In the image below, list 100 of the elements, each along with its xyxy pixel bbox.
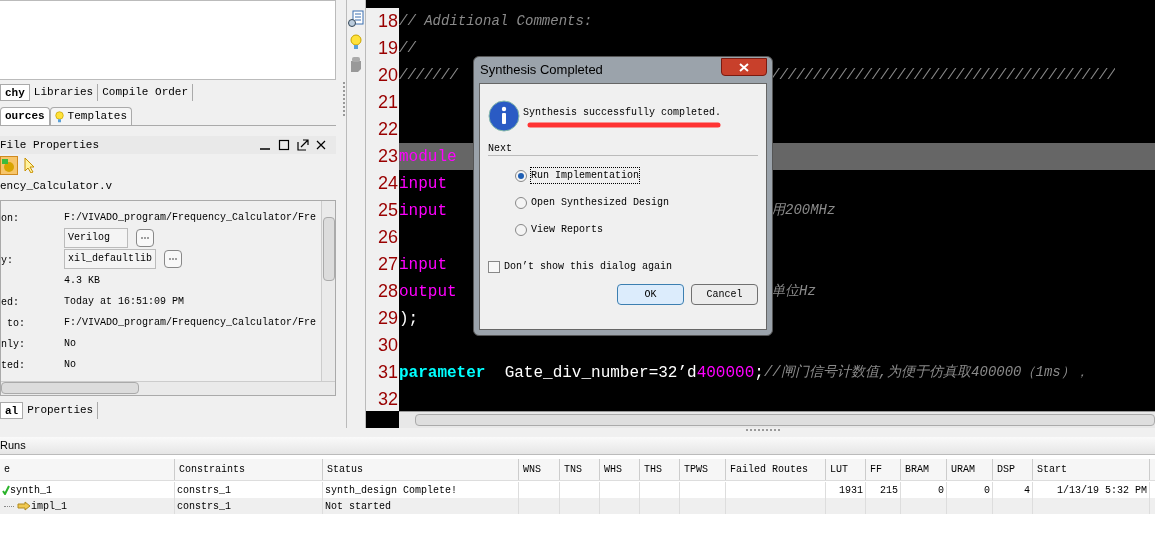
horizontal-scrollbar[interactable] — [1, 381, 335, 395]
close-icon — [739, 62, 749, 72]
property-label: y: — [1, 255, 13, 266]
lightbulb-icon — [54, 110, 64, 123]
property-label: to: — [6, 318, 25, 329]
table-cell-text: 215 — [880, 483, 898, 498]
hand-icon[interactable] — [349, 56, 363, 72]
browse-button[interactable] — [164, 250, 182, 268]
radio-label: Open Synthesized Design — [531, 196, 670, 210]
column-header[interactable]: THS — [644, 462, 662, 477]
line-number: 30 — [366, 332, 399, 359]
table-cell-text: 4 — [1024, 483, 1030, 498]
code-token: ); — [399, 308, 419, 330]
property-value: No — [64, 336, 76, 351]
checkbox-label: Don’t show this dialog again — [504, 260, 673, 274]
table-cell-text: 1/13/19 5:32 PM — [1057, 483, 1147, 498]
column-header[interactable]: Failed Routes — [730, 462, 808, 477]
property-label: on: — [1, 213, 19, 224]
browse-button[interactable] — [136, 229, 154, 247]
code-comment: 单位Hz — [771, 282, 816, 301]
checkbox[interactable] — [488, 260, 500, 273]
table-cell-text: synth_design Complete! — [325, 483, 458, 498]
code-token: parameter — [399, 362, 486, 384]
table-cell-text: 1931 — [839, 483, 863, 498]
dialog-button[interactable]: Cancel — [691, 284, 758, 305]
column-header[interactable]: WNS — [523, 462, 541, 477]
property-label: ed: — [1, 297, 19, 308]
table-cell-text: synth_1 — [10, 483, 52, 498]
property-field[interactable]: xil_defaultlib — [64, 249, 156, 269]
table-cell-text: 0 — [984, 483, 990, 498]
code-token: ; — [754, 362, 764, 384]
line-number: 27 — [366, 251, 399, 278]
code-comment: ///////////////////////////////////////// — [771, 66, 1116, 85]
radio-button[interactable] — [515, 169, 527, 182]
panel-title: File Properties — [0, 137, 100, 153]
radio-label: Run Implementation — [531, 168, 640, 183]
radio-button[interactable] — [515, 223, 527, 236]
code-token: 400000 — [696, 362, 755, 384]
line-number: 26 — [366, 224, 399, 251]
dialog-button[interactable]: OK — [617, 284, 684, 305]
property-label: ted: — [1, 360, 25, 371]
line-number: 28 — [366, 278, 399, 305]
code-token: Gate_div_number=32’d — [503, 362, 697, 384]
code-comment: // — [399, 39, 416, 58]
line-number: 23 — [366, 143, 399, 170]
column-header[interactable]: e — [4, 462, 10, 477]
code-comment: //闸门信号计数值,为便于仿真取400000（1ms）， — [763, 363, 1089, 382]
line-number: 29 — [366, 305, 399, 332]
column-header[interactable]: Constraints — [179, 462, 245, 477]
document-icon[interactable] — [348, 10, 364, 28]
group-label: Next — [488, 142, 512, 156]
cursor-icon[interactable] — [24, 157, 34, 173]
radio-label: View Reports — [531, 223, 603, 237]
column-header[interactable]: LUT — [830, 462, 848, 477]
tab[interactable]: Templates — [49, 107, 133, 125]
column-header[interactable]: WHS — [604, 462, 622, 477]
radio-button[interactable] — [515, 196, 527, 209]
splitter-grip[interactable] — [745, 428, 780, 431]
property-value: 4.3 KB — [64, 273, 100, 288]
line-number: 18 — [366, 8, 399, 35]
column-header[interactable]: BRAM — [905, 462, 929, 477]
line-number: 31 — [366, 359, 399, 386]
close-button[interactable] — [721, 58, 767, 76]
line-number: 25 — [366, 197, 399, 224]
horizontal-scrollbar[interactable] — [399, 411, 1155, 428]
popout-icon[interactable] — [297, 139, 309, 151]
table-cell-text: 0 — [938, 483, 944, 498]
tab[interactable]: al — [0, 401, 24, 419]
tab[interactable]: ources — [0, 107, 50, 125]
line-number: 22 — [366, 116, 399, 143]
vertical-scrollbar[interactable] — [321, 201, 335, 381]
column-header[interactable]: TPWS — [684, 462, 708, 477]
property-label: nly: — [1, 339, 25, 350]
column-header[interactable]: Start — [1037, 462, 1067, 477]
table-cell-text: impl_1 — [31, 499, 67, 514]
code-comment: 用200MHz — [771, 201, 836, 220]
code-token: input — [399, 200, 447, 222]
panel-title: Runs — [0, 438, 26, 454]
property-field[interactable]: Verilog — [64, 228, 128, 248]
line-number: 19 — [366, 35, 399, 62]
dialog-title: Synthesis Completed — [479, 61, 603, 80]
table-cell-text: constrs_1 — [177, 499, 231, 514]
property-value: F:/VIVADO_program/Frequency_Calculator/Fre — [64, 210, 317, 225]
line-number: 20 — [366, 62, 399, 89]
column-header[interactable]: URAM — [951, 462, 975, 477]
column-header[interactable]: TNS — [564, 462, 582, 477]
column-header[interactable]: DSP — [997, 462, 1015, 477]
property-value: Today at 16:51:09 PM — [64, 294, 185, 309]
column-header[interactable]: Status — [327, 462, 363, 477]
code-token: output — [399, 281, 457, 303]
column-header[interactable]: FF — [870, 462, 882, 477]
gear-icon[interactable] — [0, 155, 18, 175]
code-comment: // Additional Comments: — [399, 12, 593, 31]
lightbulb-icon[interactable] — [350, 34, 362, 50]
property-value: No — [64, 357, 76, 372]
maximize-icon[interactable] — [278, 139, 290, 151]
tab[interactable]: chy — [0, 83, 30, 101]
close-icon[interactable] — [316, 140, 326, 150]
line-number: 24 — [366, 170, 399, 197]
line-number: 21 — [366, 89, 399, 116]
